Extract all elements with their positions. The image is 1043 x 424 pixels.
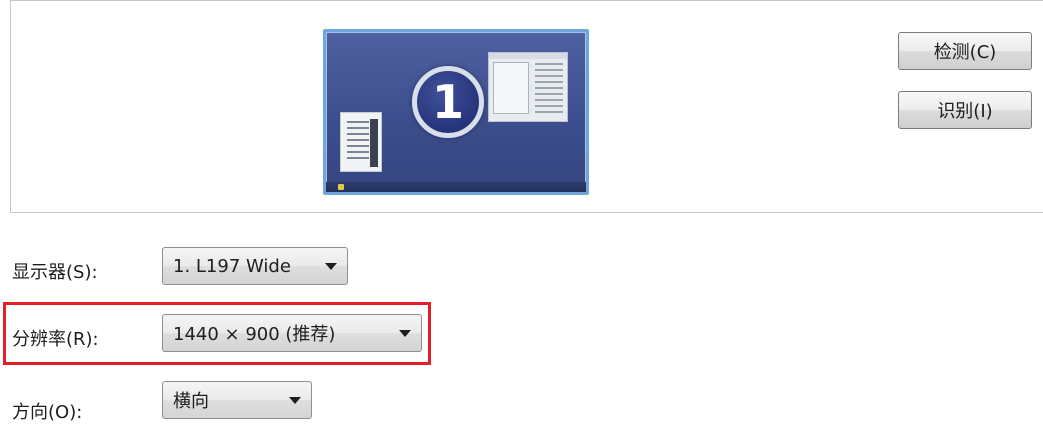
display-number-badge: 1 <box>412 66 484 138</box>
dropdown-arrow-icon <box>325 263 337 270</box>
display-select[interactable]: 1. L197 Wide <box>162 247 348 285</box>
dropdown-arrow-icon <box>289 397 301 404</box>
resolution-label: 分辨率(R): <box>12 329 99 350</box>
orientation-label: 方向(O): <box>12 402 83 423</box>
monitor-1-preview[interactable]: 1 <box>323 29 589 195</box>
identify-button[interactable]: 识别(I) <box>898 91 1032 129</box>
resolution-select-value: 1440 × 900 (推荐) <box>173 324 336 345</box>
display-preview-panel: 1 <box>10 0 1043 213</box>
detect-button[interactable]: 检测(C) <box>898 32 1032 70</box>
preview-window-small <box>340 112 382 172</box>
resolution-select[interactable]: 1440 × 900 (推荐) <box>162 314 422 352</box>
preview-taskbar <box>326 182 586 192</box>
start-icon <box>338 184 344 190</box>
display-label: 显示器(S): <box>12 262 98 283</box>
dropdown-arrow-icon <box>399 330 411 337</box>
preview-window-large <box>488 52 568 122</box>
orientation-select[interactable]: 横向 <box>162 381 312 419</box>
orientation-select-value: 横向 <box>173 391 209 412</box>
display-select-value: 1. L197 Wide <box>173 255 291 277</box>
